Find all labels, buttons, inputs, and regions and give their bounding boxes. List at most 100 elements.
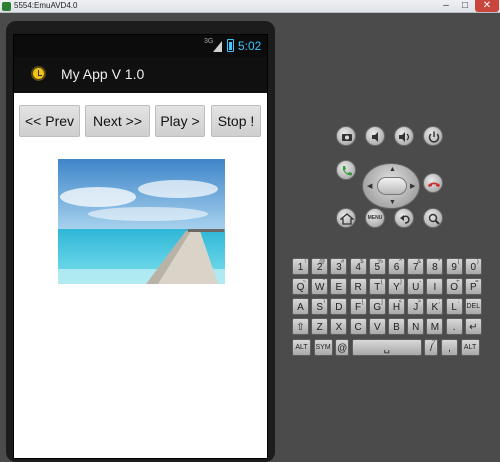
key-row2-1[interactable]: " W xyxy=(311,278,329,295)
minimize-button[interactable]: – xyxy=(437,0,455,12)
key-row5-4[interactable]: ? / xyxy=(424,339,439,356)
key-row2-2[interactable]: ´ E xyxy=(330,278,348,295)
key-row2-0[interactable]: ~ Q xyxy=(292,278,309,295)
key-main-label: , xyxy=(448,343,451,354)
key-row1-0[interactable]: ! 1 xyxy=(292,258,309,275)
dpad-left-icon[interactable]: ◀ xyxy=(367,182,372,190)
key-row2-4[interactable]: {T xyxy=(368,278,386,295)
end-call-button[interactable] xyxy=(423,173,443,193)
key-main-label: D xyxy=(335,302,343,313)
key-row3-9[interactable]: DEL xyxy=(464,298,482,315)
key-row2-7[interactable]: I xyxy=(426,278,444,295)
key-row4-1[interactable]: Z xyxy=(311,318,329,335)
stop-button[interactable]: Stop ! xyxy=(211,105,261,137)
key-row4-0[interactable]: ⇧ xyxy=(292,318,309,335)
key-main-label: DEL xyxy=(466,303,481,310)
key-row2-3[interactable]: R xyxy=(349,278,367,295)
key-row5-1[interactable]: SYM xyxy=(313,339,333,356)
dpad-up-icon[interactable]: ▲ xyxy=(389,166,396,173)
key-main-label: ⇧ xyxy=(296,322,305,333)
key-main-label: ALT xyxy=(463,344,477,351)
dpad[interactable]: ▲ ▼ ◀ ▶ xyxy=(362,163,420,209)
key-row1-9[interactable]: ) 0 xyxy=(464,258,482,275)
power-button[interactable] xyxy=(423,126,443,146)
key-row5-3[interactable]: ␣ xyxy=(351,339,422,356)
key-row2-8[interactable]: + O xyxy=(445,278,463,295)
key-row3-2[interactable]: ` D xyxy=(330,298,348,315)
key-row1-3[interactable]: $4 xyxy=(349,258,367,275)
prev-button[interactable]: << Prev xyxy=(19,105,80,137)
key-main-label: 2 xyxy=(316,262,323,273)
key-row1-1[interactable]: @2 xyxy=(311,258,329,275)
device-screen: 3G 5:02 My App V 1.0 << Prev Next >> Pla… xyxy=(13,34,268,459)
key-row4-4[interactable]: V xyxy=(368,318,386,335)
volume-down-icon xyxy=(372,132,378,142)
key-row1-7[interactable]: * 8 xyxy=(426,258,444,275)
call-button[interactable] xyxy=(336,160,356,180)
key-row3-0[interactable]: A xyxy=(292,298,309,315)
key-row1-2[interactable]: #3 xyxy=(330,258,348,275)
key-main-label: SYM xyxy=(315,344,331,351)
key-row4-2[interactable]: X xyxy=(330,318,348,335)
key-row3-4[interactable]: ] G xyxy=(368,298,386,315)
key-row2-9[interactable]: = P xyxy=(464,278,482,295)
key-row4-3[interactable]: C xyxy=(349,318,367,335)
key-main-label: S xyxy=(316,302,324,313)
key-row3-8[interactable]: :L xyxy=(445,298,463,315)
status-bar: 3G 5:02 xyxy=(14,35,267,57)
key-main-label: V xyxy=(373,322,381,333)
key-row1-5[interactable]: ^ 6 xyxy=(388,258,405,275)
key-main-label: H xyxy=(392,302,401,313)
network-type: 3G xyxy=(204,38,214,45)
key-main-label: Q xyxy=(296,282,305,293)
key-row5-0[interactable]: ALT xyxy=(292,339,311,356)
key-row4-8[interactable]: . xyxy=(445,318,463,335)
key-row3-6[interactable]: > J xyxy=(407,298,425,315)
home-icon xyxy=(340,213,354,225)
close-button[interactable]: ✕ xyxy=(475,0,499,12)
key-row3-3[interactable]: [F xyxy=(349,298,367,315)
key-main-label: @ xyxy=(337,343,348,354)
key-row1-8[interactable]: (9 xyxy=(445,258,463,275)
key-row2-6[interactable]: -U xyxy=(407,278,425,295)
key-row4-5[interactable]: B xyxy=(388,318,405,335)
key-row3-1[interactable]: \ S xyxy=(311,298,329,315)
key-main-label: 6 xyxy=(393,262,400,273)
key-row1-6[interactable]: & 7 xyxy=(407,258,425,275)
next-button[interactable]: Next >> xyxy=(85,105,150,137)
key-row4-9[interactable]: ↵ xyxy=(464,318,482,335)
back-button[interactable] xyxy=(394,208,414,228)
power-icon xyxy=(428,131,440,143)
camera-button[interactable] xyxy=(336,126,356,146)
volume-down-button[interactable] xyxy=(365,126,385,146)
key-row4-7[interactable]: M xyxy=(426,318,444,335)
search-button[interactable] xyxy=(423,208,443,228)
key-row3-5[interactable]: < H xyxy=(388,298,405,315)
key-main-label: 8 xyxy=(432,262,438,273)
key-main-label: . xyxy=(452,322,456,333)
key-main-label: I xyxy=(433,282,437,293)
dpad-center-button[interactable] xyxy=(377,177,407,195)
key-row4-6[interactable]: N xyxy=(407,318,425,335)
maximize-button[interactable]: □ xyxy=(456,0,474,12)
menu-button[interactable]: MENU xyxy=(365,208,385,228)
key-row2-5[interactable]: } Y xyxy=(388,278,405,295)
key-row5-2[interactable]: @ xyxy=(335,339,350,356)
volume-up-button[interactable] xyxy=(394,126,414,146)
key-row1-4[interactable]: % 5 xyxy=(368,258,386,275)
search-icon xyxy=(428,213,440,225)
home-button[interactable] xyxy=(336,208,356,228)
window-title: 5554:EmuAVD4.0 xyxy=(14,1,78,10)
key-main-label: 9 xyxy=(451,262,457,273)
call-icon xyxy=(343,166,352,176)
key-main-label: R xyxy=(354,282,362,293)
dpad-down-icon[interactable]: ▼ xyxy=(389,199,396,206)
key-row5-5[interactable]: , xyxy=(441,339,458,356)
key-row5-6[interactable]: ALT xyxy=(460,339,480,356)
key-main-label: T xyxy=(374,282,381,293)
dpad-right-icon[interactable]: ▶ xyxy=(410,182,415,190)
key-row3-7[interactable]: ; K xyxy=(426,298,444,315)
key-main-label: A xyxy=(297,302,304,313)
play-button[interactable]: Play > xyxy=(155,105,205,137)
hardware-keyboard: ! 1 @2 #3 $4% 5 ^ 6 & 7 * 8(9) 0 ~ Q " W ´ E R{T} Y - U I + O = P A \… xyxy=(292,258,488,366)
